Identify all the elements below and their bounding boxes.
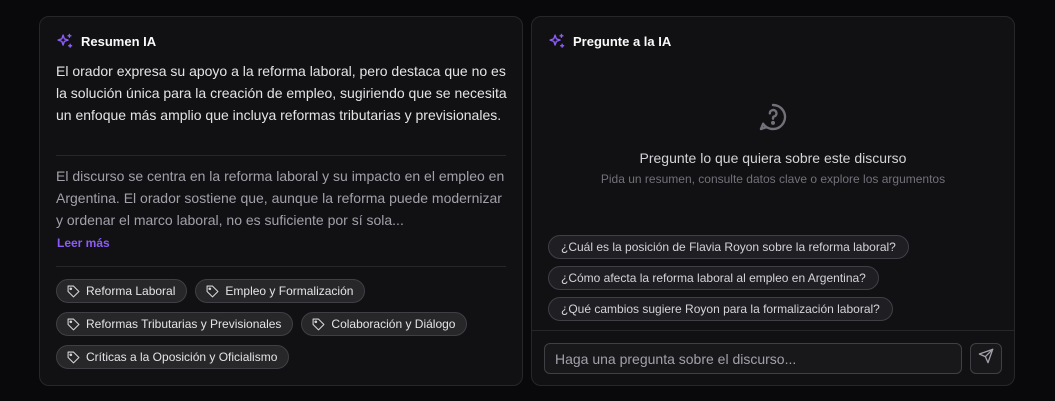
suggested-question[interactable]: ¿Qué cambios sugiere Royon para la forma…	[548, 297, 893, 321]
tag-icon	[312, 318, 325, 331]
ask-header: Pregunte a la IA	[548, 33, 671, 50]
tag-label: Empleo y Formalización	[225, 284, 354, 298]
question-input-bar	[532, 330, 1014, 385]
tag-label: Reforma Laboral	[86, 284, 176, 298]
send-button[interactable]	[970, 343, 1002, 374]
tag-label: Críticas a la Oposición y Oficialismo	[86, 350, 278, 364]
tag-icon	[206, 285, 219, 298]
divider	[56, 266, 506, 267]
question-input[interactable]	[544, 343, 962, 374]
summary-body-text: El discurso se centra en la reforma labo…	[56, 168, 505, 228]
send-icon	[978, 348, 994, 369]
tag-label: Reformas Tributarias y Previsionales	[86, 317, 282, 331]
topic-tag[interactable]: Colaboración y Diálogo	[301, 312, 468, 336]
sparkles-icon	[56, 33, 73, 50]
suggested-question[interactable]: ¿Cuál es la posición de Flavia Royon sob…	[548, 235, 909, 259]
summary-title: Resumen IA	[81, 34, 157, 49]
tag-icon	[67, 318, 80, 331]
topic-tag[interactable]: Empleo y Formalización	[195, 279, 366, 303]
suggested-questions: ¿Cuál es la posición de Flavia Royon sob…	[548, 235, 909, 321]
tag-icon	[67, 351, 80, 364]
topic-tag[interactable]: Reforma Laboral	[56, 279, 188, 303]
tag-icon	[67, 285, 80, 298]
tag-label: Colaboración y Diálogo	[331, 317, 456, 331]
suggested-question[interactable]: ¿Cómo afecta la reforma laboral al emple…	[548, 266, 879, 290]
ask-title: Pregunte a la IA	[573, 34, 672, 49]
empty-state: Pregunte lo que quiera sobre este discur…	[532, 101, 1014, 186]
sparkles-icon	[548, 33, 565, 50]
ask-ai-panel: Pregunte a la IA Pregunte lo que quiera …	[531, 16, 1015, 386]
topic-tags: Reforma Laboral Empleo y Formalización R…	[56, 279, 508, 369]
topic-tag[interactable]: Críticas a la Oposición y Oficialismo	[56, 345, 290, 369]
empty-state-subtitle: Pida un resumen, consulte datos clave o …	[600, 172, 946, 186]
ai-summary-panel: Resumen IA El orador expresa su apoyo a …	[39, 16, 523, 386]
summary-header: Resumen IA	[56, 33, 156, 50]
topic-tag[interactable]: Reformas Tributarias y Previsionales	[56, 312, 294, 336]
help-circle-icon	[757, 101, 789, 138]
summary-lead-text: El orador expresa su apoyo a la reforma …	[56, 63, 507, 123]
read-more-link[interactable]: Leer más	[57, 236, 110, 250]
empty-state-title: Pregunte lo que quiera sobre este discur…	[639, 150, 907, 166]
divider	[56, 155, 506, 156]
